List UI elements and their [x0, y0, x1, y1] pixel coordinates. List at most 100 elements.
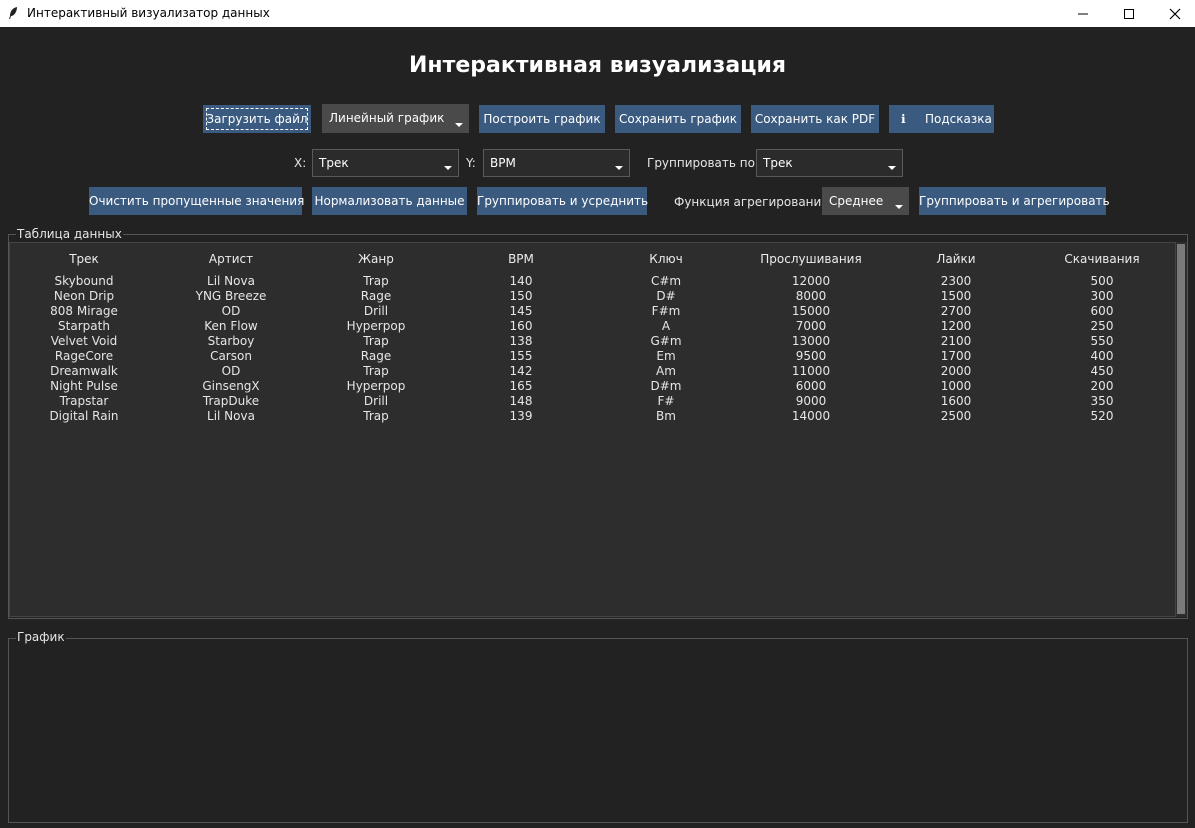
table-cell: OD — [221, 304, 241, 318]
maximize-button[interactable] — [1106, 0, 1152, 27]
x-axis-label: X: — [294, 156, 307, 170]
column-header[interactable]: Лайки — [886, 252, 1026, 266]
minimize-button[interactable] — [1060, 0, 1106, 27]
table-cell: 500 — [1090, 274, 1114, 288]
table-cell: 1000 — [940, 379, 972, 393]
table-cell: 600 — [1090, 304, 1114, 318]
group-by-select[interactable]: Трек — [756, 149, 903, 177]
table-cell: 150 — [509, 289, 533, 303]
table-cell: 139 — [509, 409, 533, 423]
aggregation-select[interactable]: Среднее — [822, 187, 909, 215]
hint-label: Подсказка — [925, 112, 992, 126]
table-cell: C#m — [650, 274, 682, 288]
table-cell: Skybound — [54, 274, 114, 288]
chevron-down-icon — [895, 205, 903, 209]
table-cell: D# — [656, 289, 676, 303]
build-chart-button[interactable]: Построить график — [479, 105, 605, 133]
y-axis-select[interactable]: BPM — [483, 149, 630, 177]
load-file-button[interactable]: Загрузить файл — [203, 105, 311, 133]
table-cell: 14000 — [791, 409, 831, 423]
table-cell: Ken Flow — [204, 319, 258, 333]
table-cell: 1200 — [940, 319, 972, 333]
table-cell: G#m — [650, 334, 682, 348]
table-cell: 2100 — [940, 334, 972, 348]
chevron-down-icon — [455, 123, 463, 127]
table-cell: 250 — [1090, 319, 1114, 333]
window-titlebar: Интерактивный визуализатор данных — [0, 0, 1195, 27]
table-cell: Digital Rain — [49, 409, 119, 423]
table-cell: 2500 — [940, 409, 972, 423]
table-cell: 350 — [1090, 394, 1114, 408]
table-cell: Trap — [363, 364, 389, 378]
table-cell: Em — [656, 349, 676, 363]
table-cell: Trap — [363, 409, 389, 423]
scrollbar-thumb[interactable] — [1177, 244, 1185, 614]
table-cell: 12000 — [791, 274, 831, 288]
page-title: Интерактивная визуализация — [408, 53, 787, 78]
table-cell: Starpath — [58, 319, 110, 333]
table-cell: 808 Mirage — [50, 304, 118, 318]
close-button[interactable] — [1152, 0, 1195, 27]
table-cell: 550 — [1090, 334, 1114, 348]
table-cell: 15000 — [791, 304, 831, 318]
chart-frame-title: График — [16, 630, 66, 644]
table-cell: OD — [221, 364, 241, 378]
minimize-icon — [1078, 13, 1088, 15]
table-cell: 138 — [509, 334, 533, 348]
column-header[interactable]: BPM — [451, 252, 591, 266]
column-header[interactable]: Скачивания — [1032, 252, 1172, 266]
table-cell: 148 — [509, 394, 533, 408]
table-cell: 1500 — [940, 289, 972, 303]
table-cell: 11000 — [791, 364, 831, 378]
info-icon: ℹ — [901, 112, 906, 126]
table-cell: 140 — [509, 274, 533, 288]
aggregation-label: Функция агрегирования: — [674, 195, 833, 209]
hint-button[interactable]: ℹ Подсказка — [889, 105, 994, 133]
table-cell: 200 — [1090, 379, 1114, 393]
data-table[interactable]: Трек Артист Жанр BPM Ключ Прослушивания Лайки С… — [9, 242, 1176, 617]
chart-type-select[interactable]: Линейный график — [322, 104, 469, 133]
table-cell: TrapDuke — [202, 394, 260, 408]
table-cell: Bm — [656, 409, 676, 423]
save-pdf-button[interactable]: Сохранить как PDF — [751, 105, 879, 133]
column-header[interactable]: Трек — [14, 252, 154, 266]
table-cell: 2300 — [940, 274, 972, 288]
table-cell: Hyperpop — [346, 379, 406, 393]
table-cell: 155 — [509, 349, 533, 363]
x-axis-value: Трек — [319, 156, 349, 170]
y-axis-label: Y: — [466, 156, 476, 170]
table-cell: 2000 — [940, 364, 972, 378]
normalize-button[interactable]: Нормализовать данные — [312, 187, 467, 215]
table-cell: 300 — [1090, 289, 1114, 303]
aggregation-value: Среднее — [829, 194, 884, 208]
table-cell: Drill — [363, 394, 389, 408]
table-cell: 145 — [509, 304, 533, 318]
y-axis-value: BPM — [490, 156, 516, 170]
data-table-title: Таблица данных — [16, 227, 123, 241]
table-cell: 7000 — [795, 319, 827, 333]
table-cell: Rage — [360, 289, 392, 303]
table-cell: Trap — [363, 334, 389, 348]
group-by-label: Группировать по: — [647, 156, 760, 170]
group-by-value: Трек — [763, 156, 793, 170]
column-header[interactable]: Артист — [161, 252, 301, 266]
table-cell: 9500 — [795, 349, 827, 363]
table-cell: 13000 — [791, 334, 831, 348]
save-chart-button[interactable]: Сохранить график — [615, 105, 741, 133]
chart-frame — [8, 638, 1188, 823]
clean-missing-button[interactable]: Очистить пропущенные значения — [89, 187, 304, 215]
table-cell: F#m — [651, 304, 681, 318]
chart-type-value: Линейный график — [329, 111, 445, 125]
group-aggregate-button[interactable]: Группировать и агрегировать — [919, 187, 1110, 215]
column-header[interactable]: Прослушивания — [741, 252, 881, 266]
x-axis-select[interactable]: Трек — [312, 149, 459, 177]
table-cell: Lil Nova — [207, 409, 255, 423]
table-cell: Hyperpop — [346, 319, 406, 333]
column-header[interactable]: Жанр — [306, 252, 446, 266]
column-header[interactable]: Ключ — [596, 252, 736, 266]
table-cell: Rage — [360, 349, 392, 363]
group-average-button[interactable]: Группировать и усреднить — [477, 187, 648, 215]
table-cell: Neon Drip — [53, 289, 115, 303]
table-cell: GinsengX — [202, 379, 260, 393]
window-title: Интерактивный визуализатор данных — [27, 6, 270, 20]
